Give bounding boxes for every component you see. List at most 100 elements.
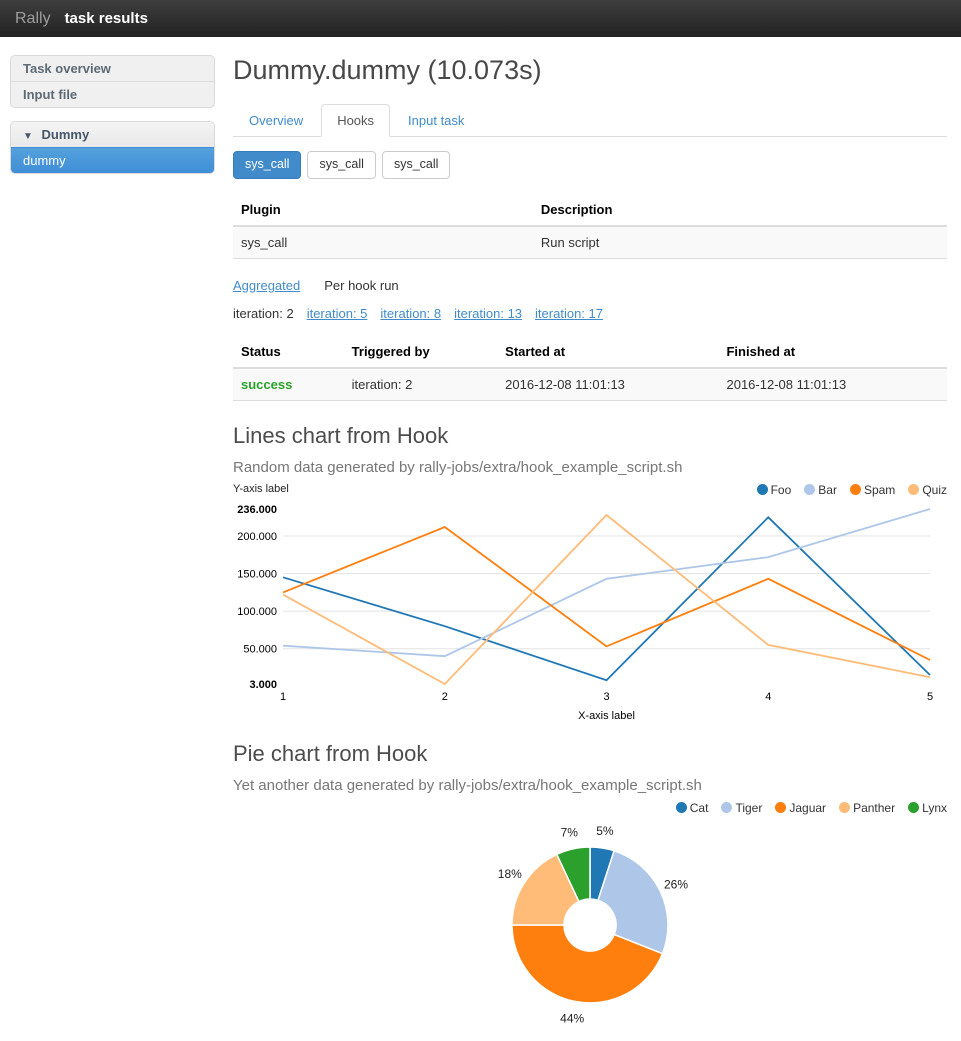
link-aggregated[interactable]: Aggregated bbox=[233, 278, 300, 293]
legend-swatch-icon bbox=[839, 802, 850, 813]
series-line-quiz bbox=[283, 515, 930, 684]
pie-chart-subtitle: Yet another data generated by rally-jobs… bbox=[233, 777, 947, 794]
legend-item-tiger: Tiger bbox=[721, 801, 762, 815]
lines-chart-legend: Foo Bar Spam Quiz bbox=[744, 483, 947, 497]
pie-value-label: 7% bbox=[561, 825, 579, 839]
collapse-caret-icon: ▼ bbox=[23, 131, 33, 142]
view-switch: Aggregated Per hook run bbox=[233, 278, 947, 293]
pie-value-label: 5% bbox=[596, 824, 614, 838]
lines-chart: 3.00050.000100.000150.000200.000236.0001… bbox=[233, 497, 947, 719]
lines-chart-subtitle: Random data generated by rally-jobs/extr… bbox=[233, 459, 947, 476]
navbar: Rally task results bbox=[0, 0, 961, 37]
sidebar-item-task-overview[interactable]: Task overview bbox=[11, 56, 214, 81]
pie-slice-tiger bbox=[598, 850, 668, 953]
legend-item-foo: Foo bbox=[757, 483, 792, 497]
legend-item-bar: Bar bbox=[804, 483, 837, 497]
status-badge: success bbox=[233, 368, 344, 401]
hook-button-sys-call-3[interactable]: sys_call bbox=[382, 151, 450, 179]
pie-chart-legend: Cat Tiger Jaguar Panther Lynx bbox=[663, 801, 947, 815]
sidebar-item-dummy[interactable]: dummy bbox=[11, 147, 214, 173]
y-tick-label: 236.000 bbox=[237, 504, 277, 516]
page: Rally task results Task overviewInput fi… bbox=[0, 0, 961, 1041]
plugin-table-head: PluginDescription bbox=[233, 194, 947, 226]
column-header-description: Description bbox=[533, 194, 947, 226]
table-cell: iteration: 2 bbox=[344, 368, 498, 401]
y-tick-label: 100.000 bbox=[237, 606, 277, 618]
table-row: sys_callRun script bbox=[233, 226, 947, 259]
runs-table-head: StatusTriggered byStarted atFinished at bbox=[233, 336, 947, 368]
legend-item-jaguar: Jaguar bbox=[775, 801, 826, 815]
plugin-table: PluginDescription sys_callRun script bbox=[233, 194, 947, 259]
legend-label: Tiger bbox=[735, 801, 762, 815]
link-iteration-8[interactable]: iteration: 8 bbox=[380, 306, 441, 321]
y-tick-label: 3.000 bbox=[249, 679, 277, 691]
y-tick-label: 50.000 bbox=[243, 643, 277, 655]
y-axis-label: Y-axis label bbox=[233, 483, 289, 495]
legend-label: Cat bbox=[690, 801, 709, 815]
tab-input-task[interactable]: Input task bbox=[392, 104, 480, 137]
legend-label: Spam bbox=[864, 483, 895, 497]
navbar-brand[interactable]: Rally bbox=[15, 10, 51, 28]
pie-value-label: 18% bbox=[498, 867, 522, 881]
hook-buttons: sys_callsys_callsys_call bbox=[233, 151, 947, 179]
pie-chart-header: Cat Tiger Jaguar Panther Lynx bbox=[233, 801, 947, 815]
legend-item-panther: Panther bbox=[839, 801, 895, 815]
table-cell: Run script bbox=[533, 226, 947, 259]
legend-label: Quiz bbox=[922, 483, 947, 497]
x-tick-label: 2 bbox=[442, 691, 448, 703]
legend-label: Foo bbox=[771, 483, 792, 497]
legend-swatch-icon bbox=[757, 484, 768, 495]
tab-hooks[interactable]: Hooks bbox=[321, 104, 390, 137]
lines-chart-title: Lines chart from Hook bbox=[233, 423, 947, 449]
legend-swatch-icon bbox=[721, 802, 732, 813]
legend-swatch-icon bbox=[908, 802, 919, 813]
pie-chart-section: Pie chart from Hook Yet another data gen… bbox=[233, 741, 947, 1027]
table-row: successiteration: 22016-12-08 11:01:1320… bbox=[233, 368, 947, 401]
hook-button-sys-call-2[interactable]: sys_call bbox=[307, 151, 375, 179]
x-tick-label: 5 bbox=[927, 691, 933, 703]
sidebar-nav: Task overviewInput file bbox=[10, 55, 215, 108]
sidebar-scenario-group: ▼ Dummy dummy bbox=[10, 121, 215, 174]
runs-table-body: successiteration: 22016-12-08 11:01:1320… bbox=[233, 368, 947, 401]
column-header-started-at: Started at bbox=[497, 336, 718, 368]
series-line-spam bbox=[283, 527, 930, 660]
sidebar-group-header-dummy[interactable]: ▼ Dummy bbox=[11, 122, 214, 147]
table-header-row: PluginDescription bbox=[233, 194, 947, 226]
x-tick-label: 1 bbox=[280, 691, 286, 703]
legend-item-cat: Cat bbox=[676, 801, 709, 815]
link-iteration-5[interactable]: iteration: 5 bbox=[307, 306, 368, 321]
series-line-foo bbox=[283, 517, 930, 680]
plugin-table-body: sys_callRun script bbox=[233, 226, 947, 259]
legend-swatch-icon bbox=[676, 802, 687, 813]
lines-chart-header: Y-axis label Foo Bar Spam Quiz bbox=[233, 483, 947, 497]
page-title: Dummy.dummy (10.073s) bbox=[233, 55, 947, 86]
pie-chart-title: Pie chart from Hook bbox=[233, 741, 947, 767]
label-iteration-2: iteration: 2 bbox=[233, 306, 294, 321]
series-line-bar bbox=[283, 509, 930, 656]
pie-value-label: 26% bbox=[664, 877, 688, 891]
legend-item-lynx: Lynx bbox=[908, 801, 947, 815]
sidebar-item-input-file[interactable]: Input file bbox=[11, 81, 214, 107]
sidebar-group-label: Dummy bbox=[42, 127, 90, 142]
pie-chart: 5% 26% 44% 18% 7% bbox=[233, 815, 947, 1027]
legend-swatch-icon bbox=[775, 802, 786, 813]
y-tick-label: 200.000 bbox=[237, 531, 277, 543]
x-tick-label: 3 bbox=[603, 691, 609, 703]
legend-item-spam: Spam bbox=[850, 483, 895, 497]
column-header-plugin: Plugin bbox=[233, 194, 533, 226]
table-cell: 2016-12-08 11:01:13 bbox=[718, 368, 947, 401]
tabs: OverviewHooksInput task bbox=[233, 104, 947, 137]
navbar-title: task results bbox=[65, 10, 148, 27]
link-iteration-17[interactable]: iteration: 17 bbox=[535, 306, 603, 321]
pie-value-label: 44% bbox=[560, 1011, 584, 1025]
link-iteration-13[interactable]: iteration: 13 bbox=[454, 306, 522, 321]
tab-overview[interactable]: Overview bbox=[233, 104, 319, 137]
iteration-links: iteration: 2 iteration: 5 iteration: 8 iter… bbox=[233, 306, 947, 321]
lines-chart-section: Lines chart from Hook Random data genera… bbox=[233, 423, 947, 719]
legend-swatch-icon bbox=[804, 484, 815, 495]
label-per-hook-run: Per hook run bbox=[324, 278, 398, 293]
column-header-finished-at: Finished at bbox=[718, 336, 947, 368]
column-header-triggered-by: Triggered by bbox=[344, 336, 498, 368]
hook-button-sys-call-1[interactable]: sys_call bbox=[233, 151, 301, 179]
main-panel: Dummy.dummy (10.073s) OverviewHooksInput… bbox=[233, 55, 947, 1027]
